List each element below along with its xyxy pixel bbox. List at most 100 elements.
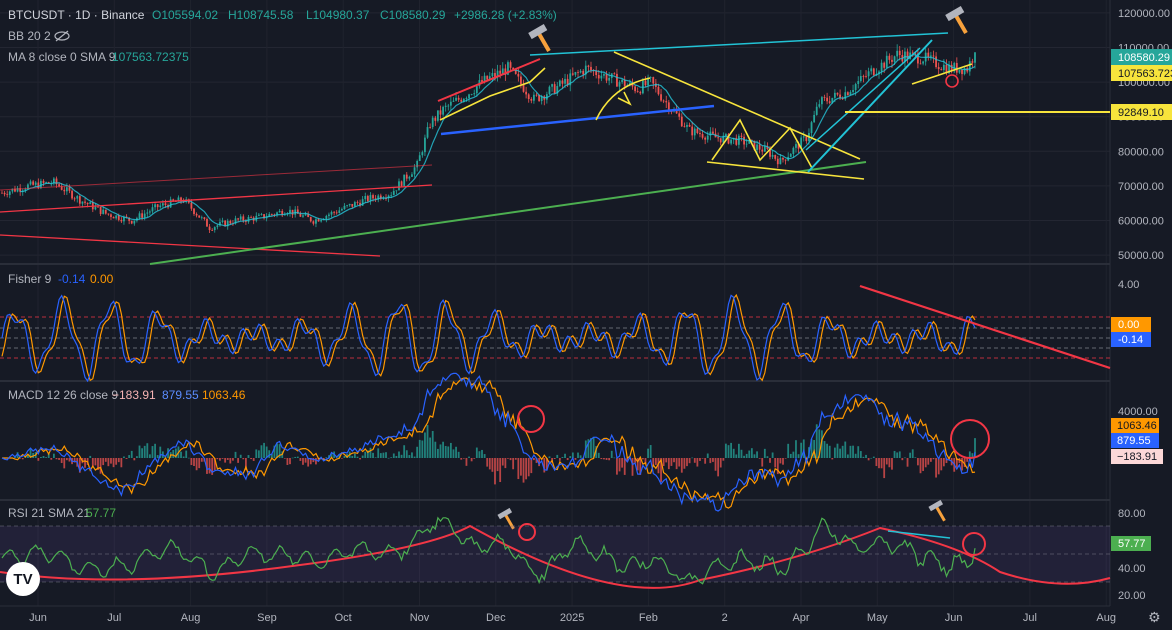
candle-body: [761, 149, 764, 152]
candle-body: [141, 213, 144, 218]
candle-body: [325, 215, 328, 220]
time-tick-label: Feb: [639, 612, 658, 624]
bb-indicator-label[interactable]: BB 20 2: [8, 29, 51, 43]
macd-histogram-bar: [937, 458, 940, 475]
macd-histogram-bar: [232, 458, 234, 461]
candle-body: [434, 117, 437, 121]
macd-histogram-bar: [750, 448, 753, 458]
macd-histogram-bar: [737, 443, 740, 458]
candle-body: [437, 110, 439, 121]
macd-histogram-bar: [935, 458, 937, 478]
time-axis[interactable]: Jun Jul Aug Sep Oct Nov Dec 2025 Feb 2 Apr May Jun Ju…: [29, 612, 1116, 624]
candle-body: [704, 137, 707, 140]
candle-body: [403, 174, 406, 186]
macd-histogram-bar: [89, 455, 92, 458]
candle-body: [353, 202, 356, 207]
candle-body: [102, 209, 105, 214]
macd-histogram-bar: [221, 458, 224, 459]
candle-body: [872, 68, 875, 76]
candle-body: [779, 157, 782, 165]
candle-body: [424, 137, 426, 153]
candle-body: [309, 217, 312, 222]
macd-histogram-bar: [569, 456, 572, 458]
macd-histogram-bar: [63, 458, 66, 469]
macd-histogram-bar: [556, 454, 559, 458]
candle-body: [961, 69, 963, 75]
macd-histogram-bar: [395, 455, 398, 458]
macd-histogram-bar: [564, 453, 566, 458]
macd-histogram-bar: [411, 452, 413, 458]
macd-histogram-bar: [304, 458, 307, 463]
chart-canvas: BTCUSDT · 1D · Binance O105594.02 H10874…: [0, 0, 1172, 630]
candle-body: [517, 73, 520, 77]
candle-body: [558, 80, 561, 87]
macd-histogram-bar: [84, 458, 86, 468]
macd-histogram-bar: [398, 451, 400, 458]
macd-histogram-bar: [857, 446, 860, 458]
macd-histogram-bar: [704, 458, 707, 464]
rsi-tag-text: 57.77: [1118, 538, 1146, 550]
macd-histogram-bar: [730, 442, 733, 458]
macd-histogram-bar: [896, 452, 899, 458]
macd-label[interactable]: MACD 12 26 close 9: [8, 388, 118, 402]
candle-body: [156, 204, 159, 208]
macd-histogram-bar: [283, 458, 286, 459]
candle-body: [133, 220, 136, 224]
candle-body: [616, 73, 618, 87]
candle-body: [937, 67, 940, 70]
macd-histogram-bar: [187, 457, 190, 459]
candle-body: [164, 203, 167, 206]
candle-body: [138, 213, 141, 219]
candle-body: [84, 201, 86, 203]
macd-histogram-bar: [507, 458, 509, 459]
fisher-label[interactable]: Fisher 9: [8, 272, 52, 286]
macd-histogram-bar: [473, 458, 476, 459]
time-tick-label: Jul: [107, 612, 121, 624]
ma-indicator-label[interactable]: MA 8 close 0 SMA 9: [8, 50, 116, 64]
candle-body: [94, 206, 97, 210]
candle-body: [366, 196, 369, 202]
candle-body: [665, 101, 668, 103]
candle-body: [805, 136, 808, 142]
macd-histogram-bar: [717, 458, 720, 477]
macd-histogram-bar: [769, 458, 771, 463]
macd-histogram-bar: [58, 458, 60, 460]
candle-body: [320, 219, 323, 222]
candle-body: [548, 86, 551, 95]
macd-histogram-bar: [400, 454, 403, 458]
candle-body: [408, 176, 411, 179]
macd-histogram-bar: [743, 455, 745, 458]
time-tick-label: Aug: [1096, 612, 1116, 624]
macd-histogram-bar: [501, 458, 504, 466]
macd-histogram-bar: [688, 458, 691, 464]
candle-body: [885, 55, 888, 68]
candle-body: [338, 210, 341, 214]
macd-histogram-bar: [763, 448, 766, 458]
candle-body: [795, 144, 797, 148]
rsi-label[interactable]: RSI 21 SMA 21: [8, 506, 90, 520]
macd-histogram-bar: [696, 458, 699, 467]
gear-icon[interactable]: ⚙: [1148, 610, 1164, 626]
candle-body: [58, 184, 60, 187]
candle-body: [86, 202, 89, 205]
macd-histogram-bar: [756, 451, 758, 458]
symbol-title[interactable]: BTCUSDT · 1D · Binance: [8, 8, 145, 22]
price-tick-label: 70000.00: [1118, 181, 1164, 193]
rsi-tick-80: 80.00: [1118, 508, 1146, 520]
candle-body: [34, 182, 37, 185]
candle-body: [818, 104, 821, 107]
macd-histogram-bar: [361, 455, 364, 458]
macd-histogram-bar: [942, 458, 945, 467]
time-tick-label: Sep: [257, 612, 277, 624]
candle-body: [968, 61, 971, 72]
candle-body: [608, 77, 611, 81]
macd-histogram-bar: [758, 458, 761, 459]
macd-histogram-bar: [691, 457, 694, 459]
macd-histogram-bar: [421, 440, 424, 458]
macd-histogram-bar: [883, 458, 886, 479]
candle-body: [789, 153, 792, 157]
macd-histogram-bar: [289, 458, 291, 465]
macd-histogram-bar: [605, 458, 608, 460]
macd-histogram-bar: [618, 458, 621, 472]
macd-histogram-bar: [94, 458, 97, 466]
